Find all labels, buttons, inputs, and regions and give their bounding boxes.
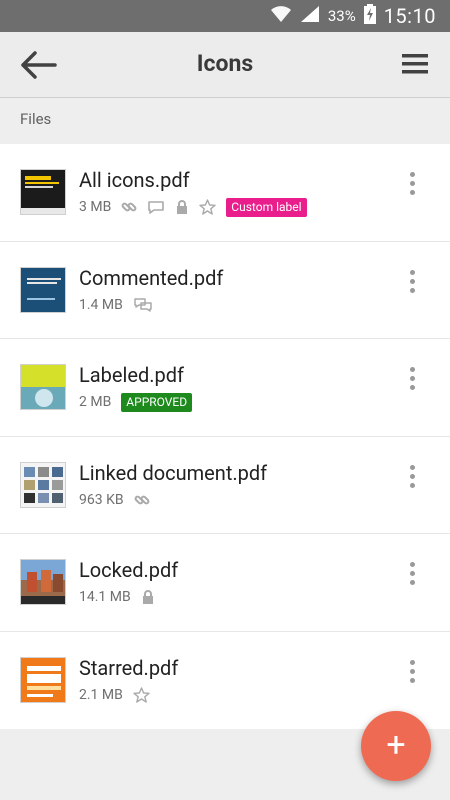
- file-name: Labeled.pdf: [79, 363, 184, 387]
- more-options-icon[interactable]: [404, 659, 420, 684]
- file-thumbnail: [20, 364, 66, 410]
- lock-icon: [141, 589, 155, 605]
- star-icon: [199, 199, 216, 215]
- file-thumbnail: [20, 266, 66, 313]
- section-label: Files: [20, 110, 52, 128]
- more-options-icon[interactable]: [404, 367, 420, 391]
- file-row-commented[interactable]: Commented.pdf 1.4 MB: [0, 242, 450, 339]
- lock-icon: [175, 199, 189, 215]
- file-thumbnail: [20, 656, 66, 703]
- file-name: Starred.pdf: [79, 655, 179, 680]
- file-name: All icons.pdf: [79, 168, 190, 192]
- file-list: All icons.pdf 3 MB Custom label Commente…: [0, 144, 450, 729]
- hamburger-menu-icon[interactable]: [402, 52, 428, 76]
- file-meta: 2 MB APPROVED: [79, 392, 193, 412]
- section-header: Files: [0, 98, 450, 142]
- file-row-labeled[interactable]: Labeled.pdf 2 MB APPROVED: [0, 339, 450, 437]
- file-row-linked-document[interactable]: Linked document.pdf 963 KB: [0, 437, 450, 534]
- file-row-all-icons[interactable]: All icons.pdf 3 MB Custom label: [0, 144, 450, 242]
- comment-icon: [133, 297, 153, 313]
- file-meta: 963 KB: [79, 490, 150, 510]
- file-row-locked[interactable]: Locked.pdf 14.1 MB: [0, 534, 450, 632]
- file-size: 14.1 MB: [79, 589, 131, 605]
- file-size: 963 KB: [79, 491, 124, 508]
- more-options-icon[interactable]: [404, 562, 420, 586]
- link-icon: [121, 199, 137, 215]
- wifi-icon: [270, 5, 292, 27]
- link-icon: [134, 492, 150, 508]
- page-title: Icons: [196, 50, 254, 77]
- file-thumbnail: [20, 559, 66, 605]
- more-options-icon[interactable]: [404, 172, 420, 196]
- custom-label-badge: Custom label: [226, 197, 307, 217]
- file-size: 2 MB: [79, 394, 112, 410]
- clock: 15:10: [383, 4, 436, 28]
- battery-charging-icon: [363, 4, 376, 28]
- file-thumbnail: [20, 169, 66, 215]
- approved-label-badge: APPROVED: [121, 392, 193, 412]
- battery-percent: 33%: [327, 7, 356, 25]
- file-thumbnail: [20, 461, 66, 508]
- file-meta: 14.1 MB: [79, 587, 155, 607]
- app-bar: Icons: [0, 32, 450, 98]
- file-meta: 1.4 MB: [79, 295, 153, 315]
- plus-icon: +: [386, 725, 406, 765]
- add-fab-button[interactable]: +: [361, 711, 431, 781]
- file-size: 1.4 MB: [79, 296, 123, 313]
- file-name: Commented.pdf: [79, 265, 224, 290]
- file-name: Locked.pdf: [79, 558, 179, 582]
- file-meta: 2.1 MB: [79, 685, 150, 705]
- signal-icon: [300, 5, 320, 27]
- file-meta: 3 MB Custom label: [79, 197, 307, 217]
- file-name: Linked document.pdf: [79, 460, 268, 485]
- comment-icon: [147, 199, 165, 215]
- more-options-icon[interactable]: [404, 464, 420, 489]
- more-options-icon[interactable]: [404, 269, 420, 294]
- status-bar: 33% 15:10: [0, 0, 450, 32]
- file-size: 2.1 MB: [79, 686, 123, 703]
- star-icon: [133, 686, 150, 703]
- file-size: 3 MB: [79, 199, 112, 215]
